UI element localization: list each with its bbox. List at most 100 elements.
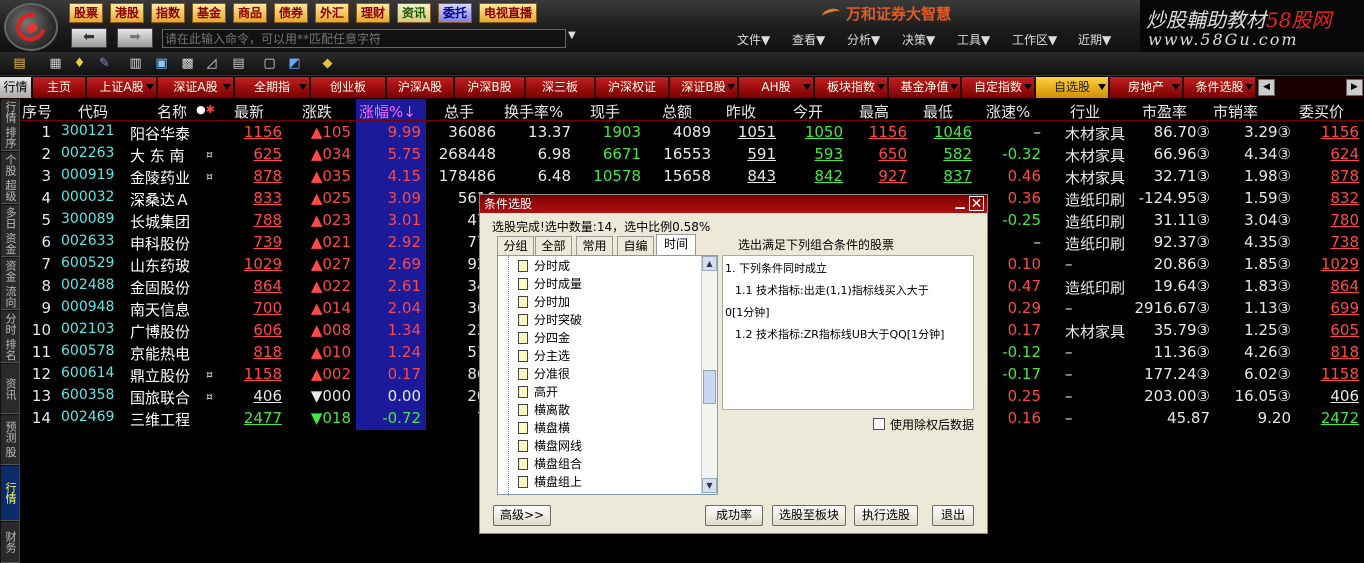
menu-workspace[interactable]: 工作区▼	[1012, 31, 1057, 48]
exit-button[interactable]: 退出	[932, 505, 974, 526]
calc-icon[interactable]: ▤	[231, 56, 246, 71]
bell-icon[interactable]: ♦	[72, 56, 87, 71]
col-change[interactable]: 涨跌	[302, 101, 332, 122]
formula-tree-item[interactable]: 分时加	[518, 293, 570, 311]
dtab-custom[interactable]: 自编	[617, 236, 654, 255]
tab-sz-a[interactable]: 深证A股	[158, 77, 234, 98]
tab-real-estate[interactable]: 房地产	[1110, 77, 1183, 98]
pen-icon[interactable]: ✎	[97, 56, 112, 71]
to-block-button[interactable]: 选股至板块	[772, 505, 846, 526]
menu-recent[interactable]: 近期▼	[1078, 31, 1111, 48]
category-tv-button[interactable]: 电视直播	[479, 3, 537, 23]
dtab-common[interactable]: 常用	[576, 236, 613, 255]
formula-tree-item[interactable]: 分时成	[518, 257, 570, 275]
category-news-button[interactable]: 资讯	[397, 3, 431, 23]
category-fund-button[interactable]: 基金	[192, 3, 226, 23]
tab-futures[interactable]: 全期指	[235, 77, 310, 98]
tab-fund-nav[interactable]: 基金净值	[889, 77, 961, 98]
tab-warrants[interactable]: 沪深权证	[596, 77, 669, 98]
category-forex-button[interactable]: 外汇	[315, 3, 349, 23]
menu-tools[interactable]: 工具▼	[957, 31, 990, 48]
ruler-icon[interactable]: ◿	[204, 56, 219, 71]
col-pe[interactable]: 市盈率	[1142, 101, 1187, 122]
grid-icon[interactable]: ▦	[48, 56, 63, 71]
category-commodity-button[interactable]: 商品	[233, 3, 267, 23]
formula-tree-item[interactable]: 分时突破	[518, 311, 582, 329]
close-icon[interactable]: ✕	[969, 196, 984, 211]
tab-gem[interactable]: 创业板	[311, 77, 386, 98]
forward-button[interactable]: ➡	[117, 28, 153, 48]
tab-scroll-right-icon[interactable]: ▶	[1346, 79, 1363, 96]
category-bond-button[interactable]: 债券	[274, 3, 308, 23]
category-trade-button[interactable]: 委托	[438, 3, 472, 23]
condition-line[interactable]: 0[1分钟]	[725, 304, 770, 320]
command-input[interactable]	[162, 29, 566, 48]
tree-scrollbar[interactable]: ▲ ▼	[701, 256, 717, 494]
menu-analysis[interactable]: 分析▼	[847, 31, 880, 48]
formula-tree-item[interactable]: 分主选	[518, 347, 570, 365]
menu-file[interactable]: 文件▼	[737, 31, 770, 48]
col-prev-close[interactable]: 昨收	[726, 101, 756, 122]
tab-third-board[interactable]: 深三板	[526, 77, 595, 98]
save-icon[interactable]: ▩	[180, 56, 195, 71]
folder-icon[interactable]: ▤	[12, 56, 27, 71]
sidetab-2[interactable]: 多日 资金	[1, 205, 19, 257]
dialog-titlebar[interactable]: 条件选股	[480, 195, 987, 213]
scroll-down-icon[interactable]: ▼	[702, 478, 717, 493]
category-stock-button[interactable]: 股票	[69, 3, 103, 23]
col-last[interactable]: 最新	[234, 101, 264, 122]
doc-icon[interactable]: ▢	[262, 56, 277, 71]
command-dropdown-icon[interactable]: ▼	[568, 30, 576, 41]
back-button[interactable]: ⬅	[71, 28, 107, 48]
formula-tree-item[interactable]: 高开	[518, 383, 558, 401]
col-code[interactable]: 代码	[78, 101, 108, 122]
col-pct[interactable]: 涨幅%↓	[359, 101, 416, 122]
category-finance-button[interactable]: 理财	[356, 3, 390, 23]
formula-tree-item[interactable]: 横盘网线	[518, 437, 582, 455]
formula-tree-item[interactable]: 横盘组上	[518, 473, 582, 491]
formula-tree-item[interactable]: 横盘横	[518, 419, 570, 437]
col-volume[interactable]: 总手	[444, 101, 474, 122]
menu-decision[interactable]: 决策▼	[902, 31, 935, 48]
scroll-thumb[interactable]	[703, 370, 716, 404]
table-row[interactable]: 3 000919 金陵药业 ¤ 878 ▲035 4.15 178486 6.48 10578 15…	[20, 165, 1364, 187]
diamond-icon[interactable]: ◆	[320, 56, 335, 71]
col-bid[interactable]: 委买价	[1299, 101, 1344, 122]
dtab-all[interactable]: 全部	[535, 236, 572, 255]
col-open[interactable]: 今开	[793, 101, 823, 122]
table-row[interactable]: 1 300121 阳谷华泰 1156 ▲105 9.99 36086 13.37 1903 408…	[20, 121, 1364, 143]
sidetab-7[interactable]: 行情	[1, 466, 19, 521]
table-icon[interactable]: ▥	[128, 56, 143, 71]
scroll-up-icon[interactable]: ▲	[702, 256, 717, 271]
sidetab-5[interactable]: 资讯	[1, 364, 19, 414]
sidetab-1[interactable]: 个股 超级	[1, 152, 19, 204]
tab-home[interactable]: 主页	[33, 77, 86, 98]
formula-tree-item[interactable]: 横离散	[518, 401, 570, 419]
sidetab-8[interactable]: 财务	[1, 522, 19, 563]
col-speed[interactable]: 涨速%	[986, 101, 1030, 122]
col-turnover[interactable]: 换手率%	[504, 101, 563, 122]
table-row[interactable]: 2 002263 大 东 南 ¤ 625 ▲034 5.75 268448 6.98 6671 16…	[20, 143, 1364, 165]
run-pick-button[interactable]: 执行选股	[854, 505, 918, 526]
category-hk-button[interactable]: 港股	[110, 3, 144, 23]
category-index-button[interactable]: 指数	[151, 3, 185, 23]
dtab-group[interactable]: 分组	[497, 236, 534, 255]
menu-view[interactable]: 查看▼	[792, 31, 825, 48]
adjusted-data-checkbox[interactable]	[873, 418, 885, 430]
formula-tree-item[interactable]: 分准很	[518, 365, 570, 383]
success-rate-button[interactable]: 成功率	[705, 505, 763, 526]
tab-sz-b[interactable]: 深证B股	[670, 77, 738, 98]
col-current-vol[interactable]: 现手	[590, 101, 620, 122]
tab-ah[interactable]: AH股	[739, 77, 814, 98]
condition-line[interactable]: 1.2 技术指标:ZR指标线UB大于QQ[1分钟]	[735, 326, 944, 342]
minimize-icon[interactable]: ▁	[953, 196, 967, 210]
tab-sector-index[interactable]: 板块指数	[815, 77, 888, 98]
tab-custom-index[interactable]: 自定指数	[962, 77, 1035, 98]
formula-tree-item[interactable]: 分四金	[518, 329, 570, 347]
condition-line[interactable]: 1. 下列条件同时成立	[725, 260, 827, 276]
formula-tree-item[interactable]: 横盘组合	[518, 455, 582, 473]
tab-quotes[interactable]: 行情	[0, 77, 32, 98]
advanced-button[interactable]: 高级>>	[493, 505, 551, 526]
tab-scroll-left-icon[interactable]: ◀	[1258, 79, 1275, 96]
tab-watchlist[interactable]: 自选股	[1036, 77, 1109, 98]
